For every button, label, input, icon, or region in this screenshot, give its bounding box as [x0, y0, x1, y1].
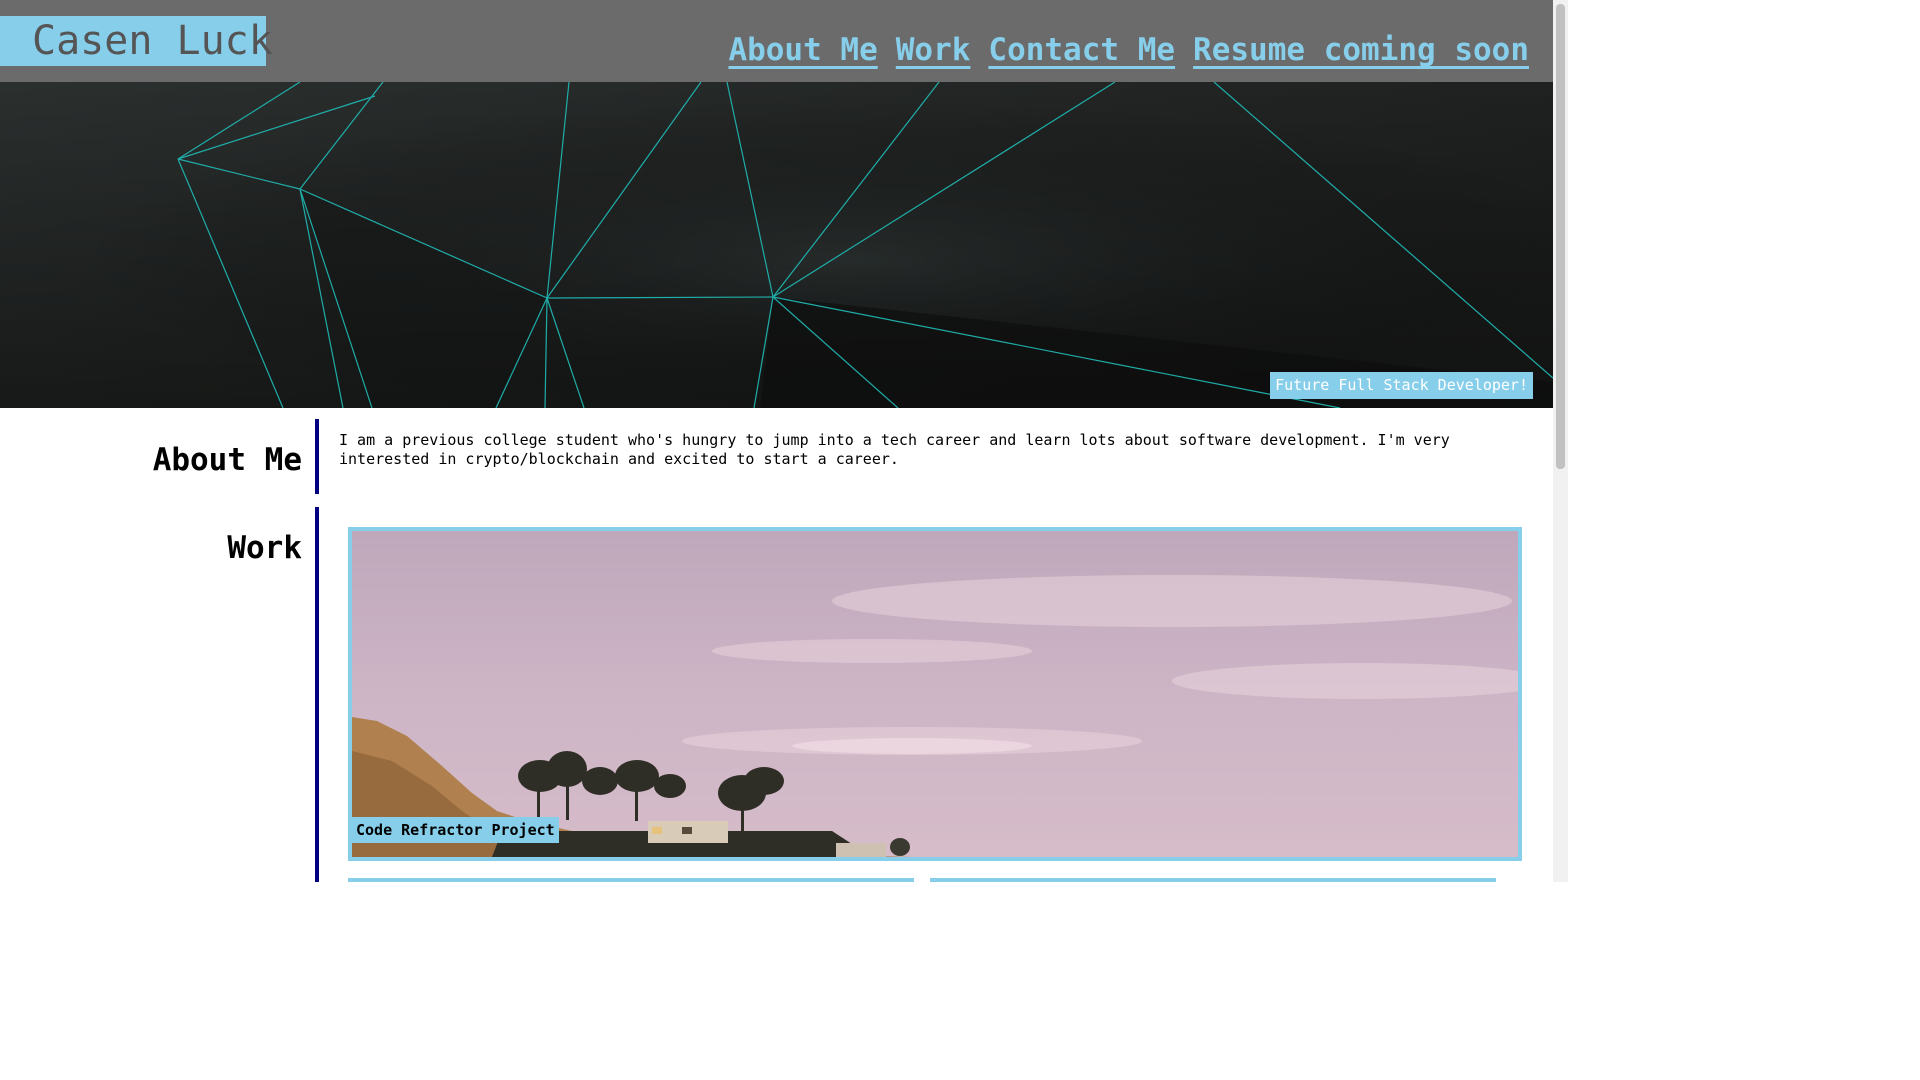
- work-card-code-refractor[interactable]: Code Refractor Project: [348, 527, 1522, 861]
- coastal-sunset-image: [352, 531, 1518, 857]
- work-divider: [315, 507, 319, 882]
- nav-link-about-me[interactable]: About Me: [728, 30, 877, 70]
- hero-tagline: Future Full Stack Developer!: [1270, 372, 1533, 399]
- site-title: Casen Luck: [0, 16, 273, 66]
- work-card-secondary-right[interactable]: [930, 878, 1496, 882]
- work-heading: Work: [227, 530, 302, 566]
- nav-link-contact-me[interactable]: Contact Me: [988, 30, 1175, 70]
- nav-link-work[interactable]: Work: [896, 30, 971, 70]
- about-text: I am a previous college student who's hu…: [339, 431, 1450, 468]
- page-scrollbar[interactable]: [1553, 0, 1568, 882]
- hero-banner: Future Full Stack Developer!: [0, 82, 1553, 408]
- project-label-code-refractor: Code Refractor Project: [352, 817, 559, 843]
- page-viewport: Casen Luck About Me Work Contact Me Resu…: [0, 0, 1553, 882]
- work-card-secondary-left[interactable]: [348, 878, 914, 882]
- scrollbar-thumb[interactable]: [1556, 4, 1565, 469]
- site-header: Casen Luck About Me Work Contact Me Resu…: [0, 0, 1553, 82]
- about-heading: About Me: [152, 442, 302, 478]
- main-nav: About Me Work Contact Me Resume coming s…: [728, 30, 1529, 70]
- nav-link-resume[interactable]: Resume coming soon: [1193, 30, 1529, 70]
- about-divider: [315, 419, 319, 494]
- hero-polygon-lines-image: [0, 82, 1553, 408]
